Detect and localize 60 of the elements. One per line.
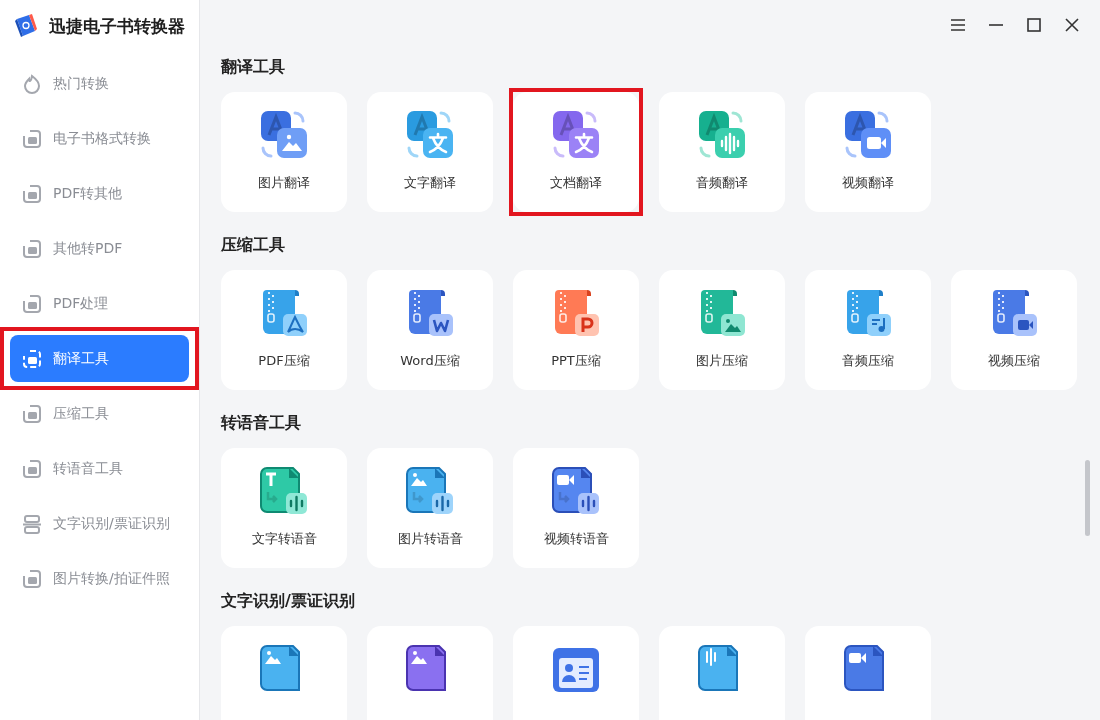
tool-card[interactable]: Word压缩 (367, 270, 493, 390)
app-title: 迅捷电子书转换器 (49, 14, 185, 38)
section-heading: 翻译工具 (221, 57, 286, 78)
tool-label: 文字翻译 (404, 174, 456, 192)
tool-card[interactable]: 图片压缩 (659, 270, 785, 390)
translate-icon (405, 110, 455, 160)
translate-icon (551, 110, 601, 160)
tool-card[interactable] (659, 626, 785, 720)
document-audio-icon (405, 466, 455, 516)
menu-icon[interactable] (950, 17, 966, 33)
tool-card[interactable]: PDF压缩 (221, 270, 347, 390)
tool-label: 视频压缩 (988, 352, 1040, 370)
tool-card[interactable] (221, 626, 347, 720)
tool-label: 文字转语音 (251, 530, 317, 548)
tool-card[interactable]: PPT压缩 (513, 270, 639, 390)
sidebar-item[interactable]: 转语音工具 (10, 445, 189, 492)
tool-card[interactable] (513, 626, 639, 720)
book-logo-icon (13, 13, 39, 39)
section-heading: 文字识别/票证识别 (221, 591, 356, 612)
tool-label: 视频翻译 (842, 174, 894, 192)
tool-card[interactable]: 视频压缩 (951, 270, 1077, 390)
translate-icon (697, 110, 747, 160)
scrollbar-thumb[interactable] (1085, 460, 1090, 536)
tool-label: 视频转语音 (543, 530, 609, 548)
tool-label: PPT压缩 (551, 352, 601, 370)
tool-card[interactable]: 文字翻译 (367, 92, 493, 212)
tool-card[interactable] (367, 626, 493, 720)
section-heading: 压缩工具 (221, 235, 286, 256)
tool-card[interactable]: 音频压缩 (805, 270, 931, 390)
tool-card[interactable]: 视频转语音 (513, 448, 639, 568)
sidebar-item[interactable]: 翻译工具 (10, 335, 189, 382)
tool-label: PDF压缩 (258, 352, 310, 370)
sidebar-item[interactable]: 文字识别/票证识别 (10, 500, 189, 547)
translate-icon (843, 110, 893, 160)
translate-icon (259, 110, 309, 160)
document-audio-icon (551, 466, 601, 516)
tool-label: Word压缩 (400, 352, 460, 370)
tool-card[interactable]: 图片翻译 (221, 92, 347, 212)
tool-label: 图片转语音 (397, 530, 463, 548)
sidebar-item[interactable]: 图片转换/拍证件照 (10, 555, 189, 602)
tool-card[interactable]: 文字转语音 (221, 448, 347, 568)
sidebar-item[interactable]: 其他转PDF (10, 225, 189, 272)
tool-label: 音频翻译 (696, 174, 748, 192)
sidebar-item[interactable]: PDF转其他 (10, 170, 189, 217)
tool-card[interactable]: 视频翻译 (805, 92, 931, 212)
tool-label: 文档翻译 (550, 174, 602, 192)
tool-label: 图片压缩 (696, 352, 748, 370)
tool-label: 图片翻译 (258, 174, 310, 192)
tool-card[interactable]: 图片转语音 (367, 448, 493, 568)
tool-label: 音频压缩 (842, 352, 894, 370)
tool-card[interactable] (805, 626, 931, 720)
tool-card[interactable]: 音频翻译 (659, 92, 785, 212)
tool-card[interactable]: 文档翻译 (513, 92, 639, 212)
close-icon[interactable] (1064, 17, 1080, 33)
sidebar-item[interactable]: 热门转换 (10, 60, 189, 107)
maximize-icon[interactable] (1026, 17, 1042, 33)
sidebar-item[interactable]: 压缩工具 (10, 390, 189, 437)
sidebar-item[interactable]: PDF处理 (10, 280, 189, 327)
section-heading: 转语音工具 (221, 413, 302, 434)
document-audio-icon (259, 466, 309, 516)
